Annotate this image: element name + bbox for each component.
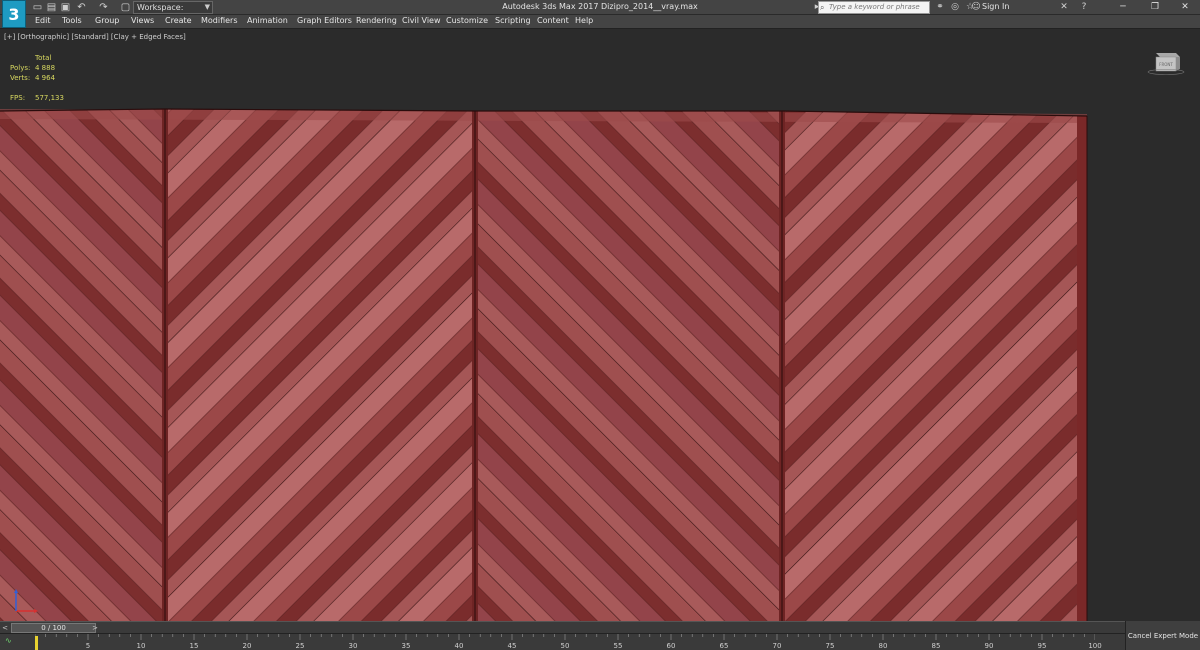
user-icon[interactable]: ☺ (970, 1, 982, 14)
minimize-button[interactable]: ─ (1108, 0, 1138, 15)
save-icon[interactable]: ▣ (59, 1, 72, 14)
tick-label: 55 (613, 642, 623, 650)
viewport[interactable]: [+] [Orthographic] [Standard] [Clay + Ed… (0, 28, 1200, 621)
undo-icon[interactable]: ↶ (75, 1, 88, 14)
menu-group[interactable]: Group (95, 16, 119, 25)
menu-graph-editors[interactable]: Graph Editors (297, 16, 352, 25)
fps-value: 577,133 (35, 94, 64, 102)
menu-scripting[interactable]: Scripting (495, 16, 531, 25)
tick-label: 10 (136, 642, 146, 650)
time-slider-next[interactable]: > (90, 623, 100, 633)
tick-label: 50 (560, 642, 570, 650)
tick-label: 20 (242, 642, 252, 650)
tick-label: 30 (348, 642, 358, 650)
mesh-seam (1077, 116, 1087, 621)
verts-value: 4 964 (35, 74, 56, 82)
menu-customize[interactable]: Customize (446, 16, 488, 25)
menu-modifiers[interactable]: Modifiers (201, 16, 238, 25)
verts-label: Verts: (10, 74, 31, 82)
redo-icon[interactable]: ↷ (97, 1, 110, 14)
project-folder-icon[interactable]: ▢ (119, 1, 132, 14)
menu-bar: Edit Tools Group Views Create Modifiers … (0, 15, 1200, 28)
close-button[interactable]: ✕ (1170, 0, 1200, 15)
mesh-column (0, 109, 165, 621)
time-slider-thumb[interactable]: 0 / 100 (11, 623, 96, 633)
restore-button[interactable]: ❐ (1140, 0, 1170, 15)
tick-label: 60 (666, 642, 676, 650)
app-logo-icon[interactable]: 3 (2, 0, 26, 28)
viewcube-face-label: FRONT (1159, 62, 1173, 67)
help-icon[interactable]: ? (1078, 1, 1090, 14)
polys-value: 4 888 (35, 64, 56, 72)
search-placeholder: Type a keyword or phrase (829, 3, 920, 11)
fps-label: FPS: (10, 94, 26, 102)
menu-views[interactable]: Views (131, 16, 154, 25)
menu-rendering[interactable]: Rendering (356, 16, 397, 25)
open-folder-icon[interactable]: ▤ (45, 1, 58, 14)
track-bar[interactable]: ∿ 5 10 15 20 25 30 35 40 45 50 55 60 65 70 75 80 85 90 95 1… (0, 633, 1125, 650)
tick-label: 90 (984, 642, 994, 650)
axis-gizmo-icon (14, 589, 38, 613)
tick-label: 70 (772, 642, 782, 650)
mesh-column (165, 109, 475, 621)
track-ticks: 5 10 15 20 25 30 35 40 45 50 55 60 65 70 75 80 85 90 95 100 (35, 634, 1102, 650)
exchange-icon[interactable]: ✕ (1058, 1, 1070, 14)
binoculars-icon[interactable]: ◎ (949, 1, 961, 14)
viewcube-icon[interactable]: FRONT (1146, 49, 1186, 75)
search-icon: ⌕ (820, 3, 825, 12)
tick-label: 80 (878, 642, 888, 650)
tick-label: 5 (85, 642, 91, 650)
viewport-statistics: Total Polys: 4 888 Verts: 4 964 FPS: 577,13… (10, 53, 75, 103)
sign-in-button[interactable]: Sign In (982, 2, 1009, 11)
chevron-down-icon: ▼ (204, 3, 210, 11)
workspace-dropdown[interactable]: Workspace: Default ▼ (133, 1, 213, 23)
viewport-label[interactable]: [+] [Orthographic] [Standard] [Clay + Ed… (4, 33, 186, 41)
time-slider[interactable]: < 0 / 100 > (0, 621, 1125, 633)
tick-label: 40 (454, 642, 464, 650)
stats-header: Total (35, 54, 52, 62)
tick-label: 65 (719, 642, 729, 650)
menu-animation[interactable]: Animation (247, 16, 288, 25)
mini-curve-editor-icon[interactable]: ∿ (5, 636, 12, 645)
search-input[interactable]: ⌕ Type a keyword or phrase (818, 1, 930, 14)
tick-label: 95 (1037, 642, 1047, 650)
tick-label: 25 (295, 642, 305, 650)
menu-content[interactable]: Content (537, 16, 569, 25)
tick-label: 15 (189, 642, 199, 650)
binoculars-icon[interactable]: ⚭ (934, 1, 946, 14)
current-frame-marker[interactable] (35, 636, 38, 650)
tick-label: 35 (401, 642, 411, 650)
menu-help[interactable]: Help (575, 16, 593, 25)
menu-civil-view[interactable]: Civil View (402, 16, 441, 25)
time-slider-prev[interactable]: < (0, 623, 10, 633)
new-file-icon[interactable]: ▭ (31, 1, 44, 14)
tick-label: 85 (931, 642, 941, 650)
menu-edit[interactable]: Edit (35, 16, 51, 25)
menu-create[interactable]: Create (165, 16, 192, 25)
polys-label: Polys: (10, 64, 31, 72)
cancel-expert-mode-button[interactable]: Cancel Expert Mode (1125, 621, 1200, 650)
herringbone-mesh (0, 108, 1088, 621)
mesh-column (475, 111, 782, 621)
tick-label: 75 (825, 642, 835, 650)
tick-label: 45 (507, 642, 517, 650)
title-bar: 3 ▭ ▤ ▣ ↶ ↷ ▢ Workspace: Default ▼ Autod… (0, 0, 1200, 28)
mesh-column (782, 111, 1087, 621)
menu-tools[interactable]: Tools (62, 16, 82, 25)
tick-label: 100 (1088, 642, 1102, 650)
